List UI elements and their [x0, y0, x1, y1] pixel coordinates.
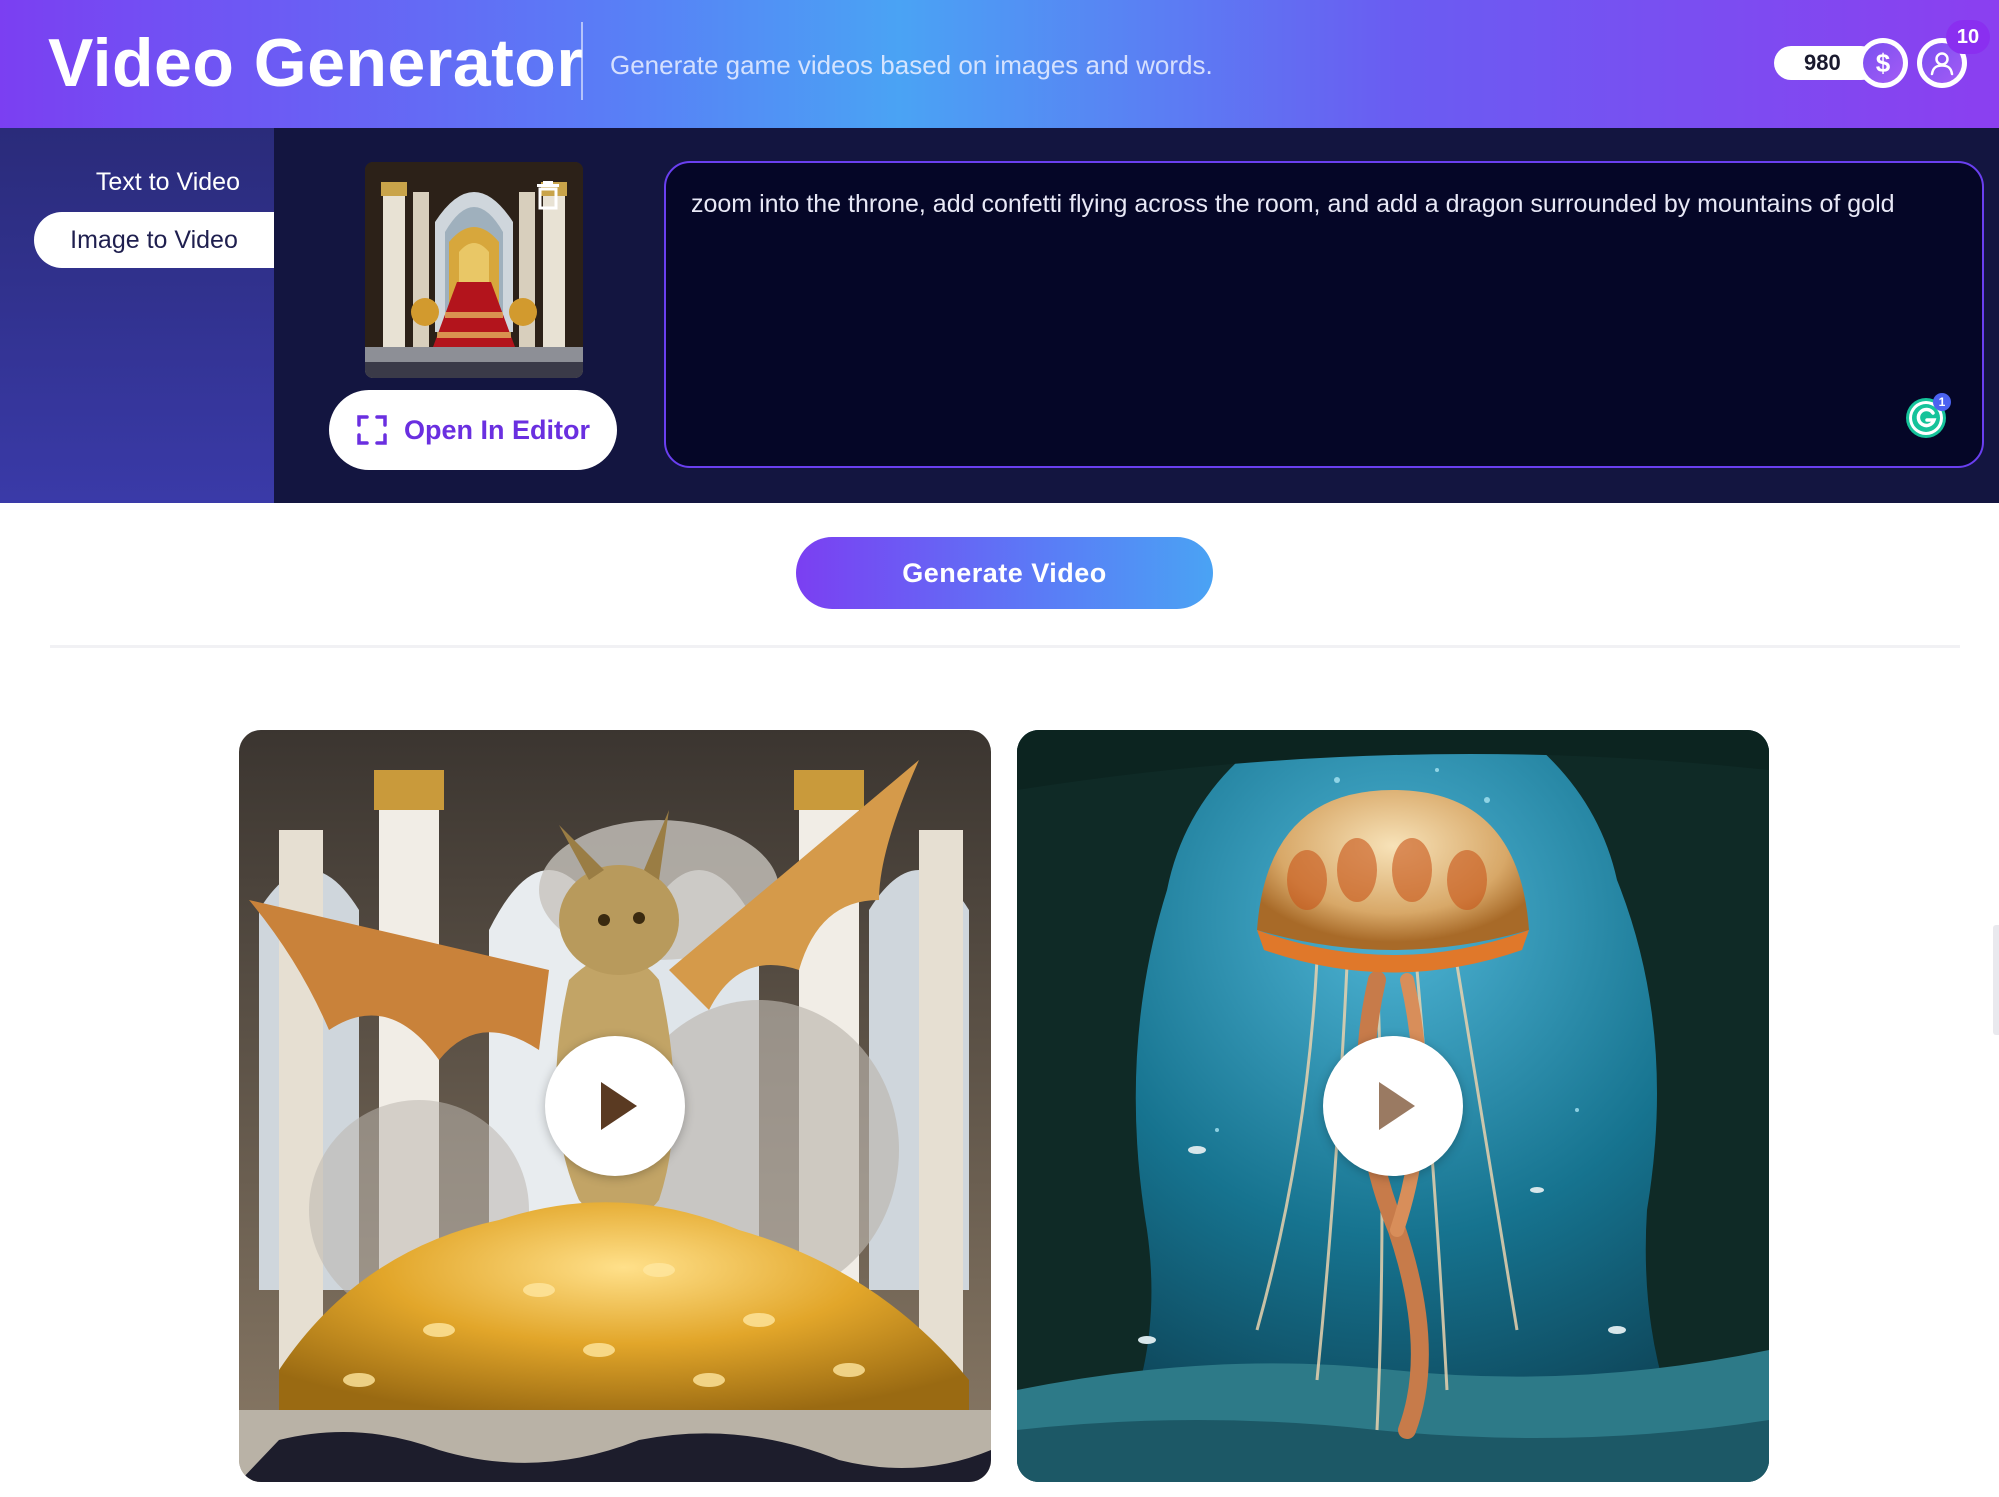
generator-input-panel: Text to Video Image to Video Open In Edi… [0, 128, 1999, 503]
mode-text-to-video[interactable]: Text to Video [96, 154, 240, 210]
grammarly-button[interactable]: 1 [1904, 392, 1952, 440]
video-result-card[interactable] [1017, 730, 1769, 1482]
notification-badge[interactable]: 10 [1946, 20, 1990, 54]
notification-count: 10 [1956, 25, 1980, 48]
section-divider [50, 645, 1960, 648]
generate-video-button[interactable]: Generate Video [796, 537, 1213, 609]
open-in-editor-label: Open In Editor [404, 414, 590, 445]
grammarly-count: 1 [1939, 395, 1946, 409]
dollar-coin-icon: $ [1863, 43, 1903, 83]
mode-sidebar: Text to Video Image to Video [0, 128, 274, 503]
mode-label: Text to Video [95, 167, 240, 196]
play-icon [601, 1082, 637, 1130]
page-title: Video Generator [48, 25, 584, 101]
grammarly-icon: 1 [1906, 393, 1951, 438]
prompt-text-value: zoom into the throne, add confetti flyin… [691, 190, 1895, 218]
play-icon [1379, 1082, 1415, 1130]
play-button[interactable] [545, 1036, 685, 1176]
scrollbar-handle[interactable] [1993, 925, 1999, 1035]
prompt-textarea[interactable]: zoom into the throne, add confetti flyin… [664, 161, 1984, 468]
expand-icon [357, 415, 387, 445]
title-divider [581, 22, 583, 100]
mode-image-to-video[interactable]: Image to Video [34, 212, 274, 268]
image-input-area: Open In Editor [274, 128, 660, 503]
coin-symbol: $ [1875, 47, 1891, 78]
app-header: Video Generator Generate game videos bas… [0, 0, 1999, 128]
credits-value: 980 [1804, 50, 1841, 75]
mode-label: Image to Video [70, 225, 238, 254]
buy-credits-button[interactable]: $ [1858, 38, 1908, 88]
play-button[interactable] [1323, 1036, 1463, 1176]
page-subtitle: Generate game videos based on images and… [610, 50, 1213, 80]
trash-icon [537, 181, 559, 210]
open-in-editor-button[interactable]: Open In Editor [329, 390, 617, 470]
generate-video-label: Generate Video [902, 557, 1107, 588]
delete-image-button[interactable] [534, 180, 562, 210]
video-result-card[interactable] [239, 730, 991, 1482]
